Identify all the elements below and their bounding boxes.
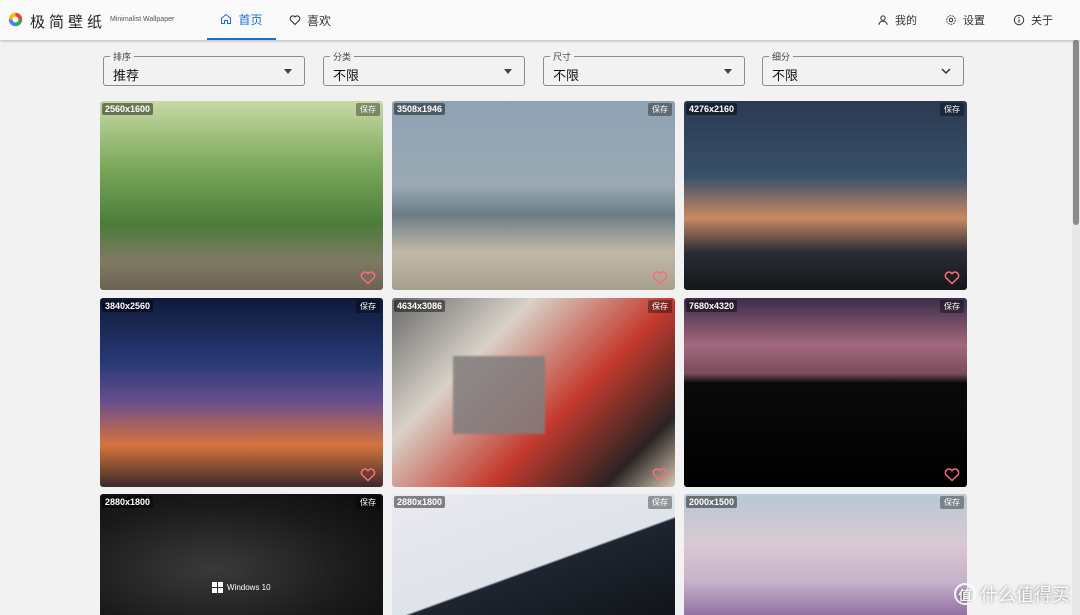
tab-mine[interactable]: 我的 [877,0,917,40]
wallpaper-card[interactable]: 4276x2160 保存 [684,101,967,290]
resolution-badge: 2880x1800 [394,496,446,508]
heart-icon[interactable] [944,270,960,285]
scrollbar-thumb[interactable] [1073,40,1079,225]
subcategory-value: 不限 [772,69,799,84]
tab-favorites[interactable]: 喜欢 [289,0,331,40]
tab-settings[interactable]: 设置 [945,0,985,40]
resolution-badge: 4634x3086 [394,300,446,312]
save-button[interactable]: 保存 [356,300,380,313]
sort-value: 推荐 [113,69,140,84]
tab-about[interactable]: 关于 [1013,0,1053,40]
tab-home-label: 首页 [238,12,263,27]
tab-settings-label: 设置 [963,14,985,27]
save-button[interactable]: 保存 [648,300,672,313]
heart-icon[interactable] [360,270,376,285]
heart-icon[interactable] [652,467,668,482]
windows-icon [212,582,223,593]
tab-about-label: 关于 [1031,14,1053,27]
blurred-region [453,356,545,434]
wallpaper-card[interactable]: 2000x1500 保存 [684,494,967,615]
heart-icon[interactable] [360,467,376,482]
tab-home[interactable]: 首页 [207,0,276,40]
watermark-text: 什么值得买 [980,585,1070,606]
resolution-badge: 2880x1800 [102,496,154,508]
size-value: 不限 [553,69,580,84]
save-button[interactable]: 保存 [648,103,672,116]
gear-icon [946,15,956,25]
save-button[interactable]: 保存 [648,496,672,509]
resolution-badge: 2000x1500 [686,496,738,508]
wallpaper-card[interactable]: 2880x1800 保存 Windows 10 [100,494,383,615]
wallpaper-card[interactable]: 7680x4320 保存 [684,298,967,487]
wallpaper-card[interactable]: 2560x1600 保存 [100,101,383,290]
save-button[interactable]: 保存 [940,103,964,116]
resolution-badge: 4276x2160 [686,103,738,115]
caret-down-icon [504,69,512,74]
caret-down-icon [284,69,292,74]
size-label: 尺寸 [550,50,575,63]
tab-favorites-label: 喜欢 [307,13,332,28]
wallpaper-card[interactable]: 4634x3086 保存 [392,298,675,487]
save-button[interactable]: 保存 [940,300,964,313]
heart-outline-icon [289,15,301,26]
watermark-badge-icon: 值 [954,583,976,605]
save-button[interactable]: 保存 [356,496,380,509]
resolution-badge: 2560x1600 [102,103,154,115]
home-icon [221,13,232,25]
save-button[interactable]: 保存 [940,496,964,509]
windows-logo: Windows 10 [212,582,271,593]
app-logo-icon [8,12,23,27]
chevron-down-icon [941,68,951,75]
app-bar: 极简壁纸 Minimalist Wallpaper 首页 喜欢 我的 设置 关于 [0,0,1080,40]
category-select[interactable]: 分类 不限 [323,50,525,86]
heart-icon[interactable] [652,270,668,285]
app-title: 极简壁纸 [30,13,107,31]
size-select[interactable]: 尺寸 不限 [543,50,745,86]
watermark: 值 什么值得买 [954,581,1070,607]
app-subtitle: Minimalist Wallpaper [110,16,175,23]
resolution-badge: 7680x4320 [686,300,738,312]
wallpaper-card[interactable]: 3508x1946 保存 [392,101,675,290]
category-label: 分类 [330,50,355,63]
info-icon [1013,14,1025,26]
tab-mine-label: 我的 [895,14,917,27]
wallpaper-card[interactable]: 2880x1800 保存 [392,494,675,615]
scrollbar[interactable] [1072,40,1080,615]
windows-logo-text: Windows 10 [227,583,271,592]
heart-icon[interactable] [944,467,960,482]
category-value: 不限 [333,69,360,84]
subcategory-label: 细分 [769,50,794,63]
sort-select[interactable]: 排序 推荐 [103,50,305,86]
resolution-badge: 3840x2560 [102,300,154,312]
save-button[interactable]: 保存 [356,103,380,116]
resolution-badge: 3508x1946 [394,103,446,115]
caret-down-icon [724,69,732,74]
sort-label: 排序 [110,50,135,63]
subcategory-select[interactable]: 细分 不限 [762,50,964,86]
wallpaper-card[interactable]: 3840x2560 保存 [100,298,383,487]
user-icon [878,15,888,25]
